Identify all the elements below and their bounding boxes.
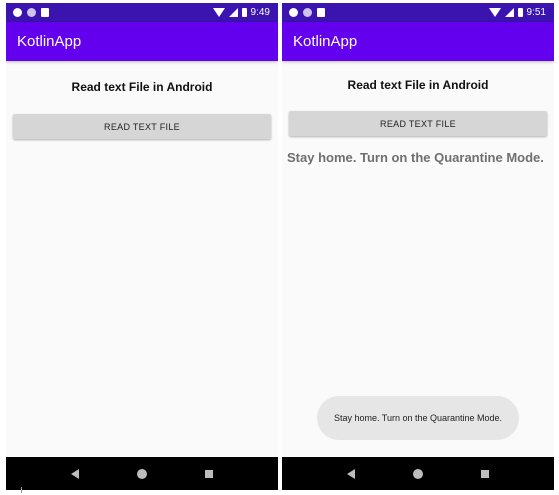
app-bar: KotlinApp	[6, 22, 278, 61]
signal-icon	[504, 8, 514, 17]
back-icon[interactable]	[71, 468, 79, 479]
recents-icon[interactable]	[205, 469, 213, 478]
status-bar: 9:51	[282, 3, 554, 22]
status-time: 9:51	[526, 7, 546, 18]
sd-card-icon	[41, 8, 49, 17]
dot-icon	[27, 8, 36, 17]
battery-icon	[241, 8, 247, 17]
cast-icon	[289, 8, 298, 17]
recents-icon[interactable]	[481, 469, 489, 478]
read-text-file-button[interactable]: READ TEXT FILE	[289, 111, 547, 136]
back-icon[interactable]	[347, 468, 355, 479]
home-icon[interactable]	[137, 468, 147, 479]
status-time: 9:49	[250, 7, 270, 18]
phone-screen-left: 9:49 KotlinApp Read text File in Android…	[6, 3, 278, 490]
wifi-icon	[488, 8, 501, 17]
read-text-file-button[interactable]: READ TEXT FILE	[13, 114, 271, 139]
dot-icon	[303, 8, 312, 17]
status-bar: 9:49	[6, 3, 278, 22]
signal-icon	[228, 8, 238, 17]
app-title: KotlinApp	[293, 33, 358, 50]
page-heading: Read text File in Android	[347, 78, 489, 92]
divider-tick	[21, 487, 22, 493]
sd-card-icon	[317, 8, 325, 17]
app-bar: KotlinApp	[282, 22, 554, 61]
page-heading: Read text File in Android	[71, 80, 213, 94]
toast-message: Stay home. Turn on the Quarantine Mode.	[317, 396, 519, 440]
battery-icon	[517, 8, 523, 17]
cast-icon	[13, 8, 22, 17]
app-title: KotlinApp	[17, 33, 82, 50]
navigation-bar	[6, 457, 278, 490]
navigation-bar	[282, 457, 554, 490]
wifi-icon	[212, 8, 225, 17]
phone-screen-right: 9:51 KotlinApp Read text File in Android…	[282, 3, 554, 490]
home-icon[interactable]	[413, 468, 423, 479]
file-content-text: Stay home. Turn on the Quarantine Mode.	[287, 150, 544, 165]
